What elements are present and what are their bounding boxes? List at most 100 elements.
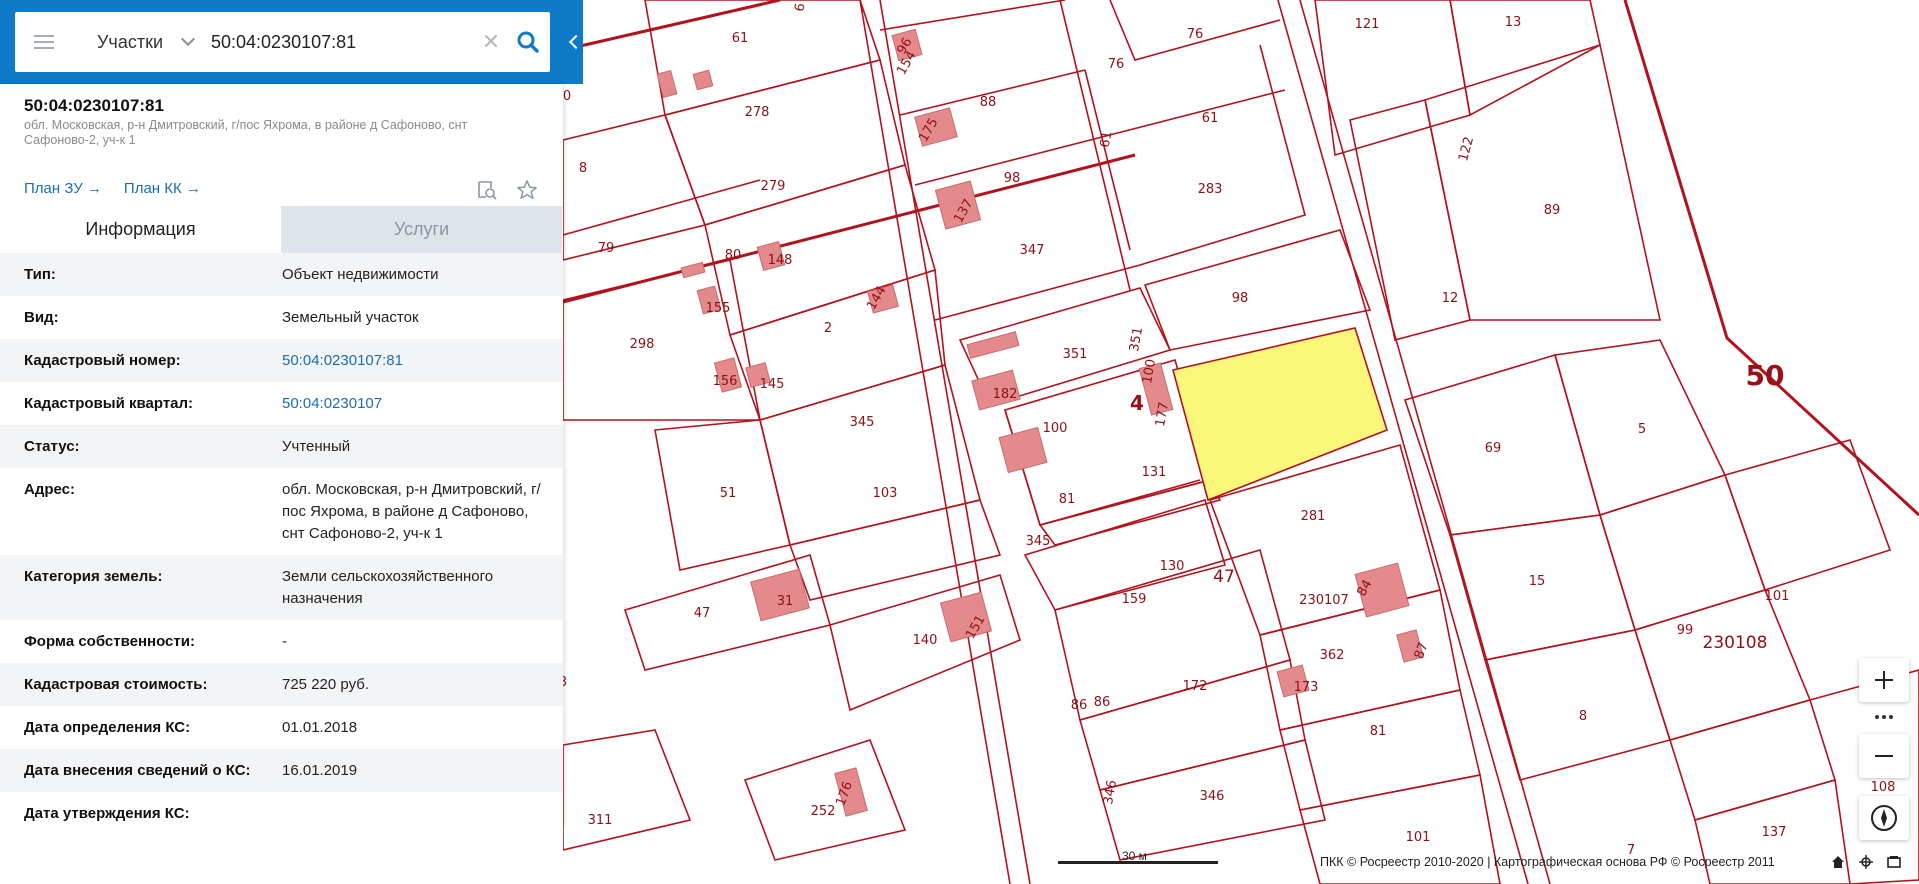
parcel-label: 101 — [1406, 830, 1431, 845]
search-box: Участки ✕ — [15, 12, 550, 72]
search-header: Участки ✕ — [0, 0, 584, 84]
parcel — [1599, 474, 1767, 632]
selected-parcel-81[interactable] — [1172, 327, 1388, 502]
parcel-label: 5 — [1638, 422, 1646, 437]
property-row: Дата внесения сведений о КС: 16.01.2019 — [0, 749, 563, 792]
copyright-text: ПКК © Росреестр 2010-2020 | Картографиче… — [1320, 855, 1775, 869]
search-icon — [517, 31, 539, 53]
property-key: Кадастровый квартал: — [24, 395, 194, 412]
boundary-50 — [1623, 0, 1919, 517]
more-options-button[interactable] — [1859, 707, 1909, 727]
plan-zu-label: План ЗУ — [24, 180, 83, 197]
parcel-label: 98 — [1232, 291, 1249, 306]
building — [692, 69, 714, 91]
scale-label: 30 м — [1122, 849, 1147, 863]
parcel-label: 99 — [1677, 623, 1694, 638]
parcel-label: 88 — [980, 95, 997, 110]
crosshair-icon — [1859, 855, 1873, 869]
parcel-label: 98 — [1004, 171, 1021, 186]
parcel — [562, 259, 761, 421]
document-search-icon — [478, 181, 497, 200]
parcel — [562, 114, 707, 262]
parcel-label: 279 — [761, 179, 786, 194]
parcel-label: 346 — [1101, 779, 1120, 806]
parcel — [1723, 439, 1892, 591]
property-row: Тип: Объект недвижимости — [0, 253, 563, 296]
parcel-label: 12 — [1442, 291, 1459, 306]
collapse-panel-button[interactable] — [565, 26, 584, 58]
parcel-label: 81 — [1370, 724, 1387, 739]
compass-button[interactable] — [1859, 796, 1909, 840]
parcel-label: 47 — [1213, 567, 1235, 587]
parcel — [1633, 589, 1812, 741]
parcel-label: 182 — [993, 387, 1018, 402]
zoom-to-object-button[interactable] — [475, 178, 499, 202]
parcel-label: 4 — [1130, 391, 1144, 415]
parcel-label: 137 — [1762, 825, 1787, 840]
plus-icon — [1875, 671, 1893, 689]
category-select[interactable]: Участки — [73, 12, 203, 72]
clear-icon[interactable]: ✕ — [476, 12, 506, 72]
parcel — [1403, 353, 1602, 536]
parcel-label: 81 — [1059, 492, 1076, 507]
chevron-left-icon — [568, 34, 584, 50]
parcel-label: 61 — [1202, 111, 1219, 126]
parcel-line — [1084, 69, 1131, 251]
parcel-label: 8 — [579, 161, 587, 176]
parcel-label: 86 — [1094, 695, 1111, 710]
property-value-link[interactable]: 50:04:0230107:81 — [282, 350, 542, 372]
parcel — [1279, 689, 1481, 811]
parcel-label: 159 — [1122, 592, 1147, 607]
property-row: Кадастровый квартал: 50:04:0230107 — [0, 382, 563, 425]
parcel-label: 351 — [1127, 326, 1146, 353]
favorite-button[interactable] — [515, 178, 539, 202]
property-row: Статус: Учтенный — [0, 425, 563, 468]
tab-services[interactable]: Услуги — [281, 206, 562, 253]
plan-zu-link[interactable]: План ЗУ → — [24, 180, 102, 197]
parcel-label: 173 — [1294, 680, 1319, 695]
parcel — [644, 0, 882, 116]
home-icon — [1832, 856, 1844, 868]
parcel-label: 298 — [630, 337, 655, 352]
property-value: 01.01.2018 — [282, 719, 358, 736]
parcel-line — [1139, 44, 1306, 266]
parcel-label: 140 — [913, 633, 938, 648]
property-key: Адрес: — [24, 481, 75, 498]
parcel — [743, 739, 907, 861]
zoom-in-button[interactable] — [1859, 658, 1909, 702]
home-button[interactable] — [1830, 854, 1846, 870]
parcel-label: 103 — [873, 486, 898, 501]
parcel-label: 2 — [824, 321, 832, 336]
fullscreen-button[interactable] — [1886, 854, 1902, 870]
parcel-label: 230107 — [1299, 593, 1349, 608]
menu-icon[interactable] — [15, 12, 73, 72]
property-row: Дата определения КС: 01.01.2018 — [0, 706, 563, 749]
footer-icons — [1830, 854, 1902, 870]
plan-kk-link[interactable]: План КК → — [124, 180, 201, 197]
parcel — [1668, 699, 1837, 821]
property-row: Кадастровая стоимость: 725 220 руб. — [0, 663, 563, 706]
parcel-label: 281 — [1301, 509, 1326, 524]
property-value-link[interactable]: 50:04:0230107 — [282, 393, 542, 415]
parcel — [1038, 479, 1222, 546]
zoom-out-button[interactable] — [1859, 734, 1909, 778]
property-row: Форма собственности: - — [0, 620, 563, 663]
parcel-label: 172 — [1183, 679, 1208, 694]
panel-bottom — [0, 826, 563, 884]
parcel-label: 122 — [1456, 135, 1477, 163]
parcel-label: 101 — [1765, 589, 1790, 604]
parcel-label: 156 — [713, 374, 738, 389]
building — [680, 261, 706, 279]
parcel-label: 131 — [1142, 465, 1167, 480]
property-row: Категория земель: Земли сельскохозяйствен… — [0, 555, 563, 620]
property-key: Статус: — [24, 438, 80, 455]
locate-button[interactable] — [1858, 854, 1874, 870]
parcel-label: 351 — [1063, 347, 1088, 362]
search-button[interactable] — [506, 12, 550, 72]
parcel-label: 76 — [1187, 27, 1204, 42]
tab-information[interactable]: Информация — [0, 206, 281, 253]
parcel — [1424, 43, 1661, 321]
property-key: Дата утверждения КС: — [24, 805, 190, 822]
search-input[interactable] — [203, 12, 476, 72]
info-panel: 50:04:0230107:81 обл. Московская, р-н Дм… — [0, 84, 563, 826]
